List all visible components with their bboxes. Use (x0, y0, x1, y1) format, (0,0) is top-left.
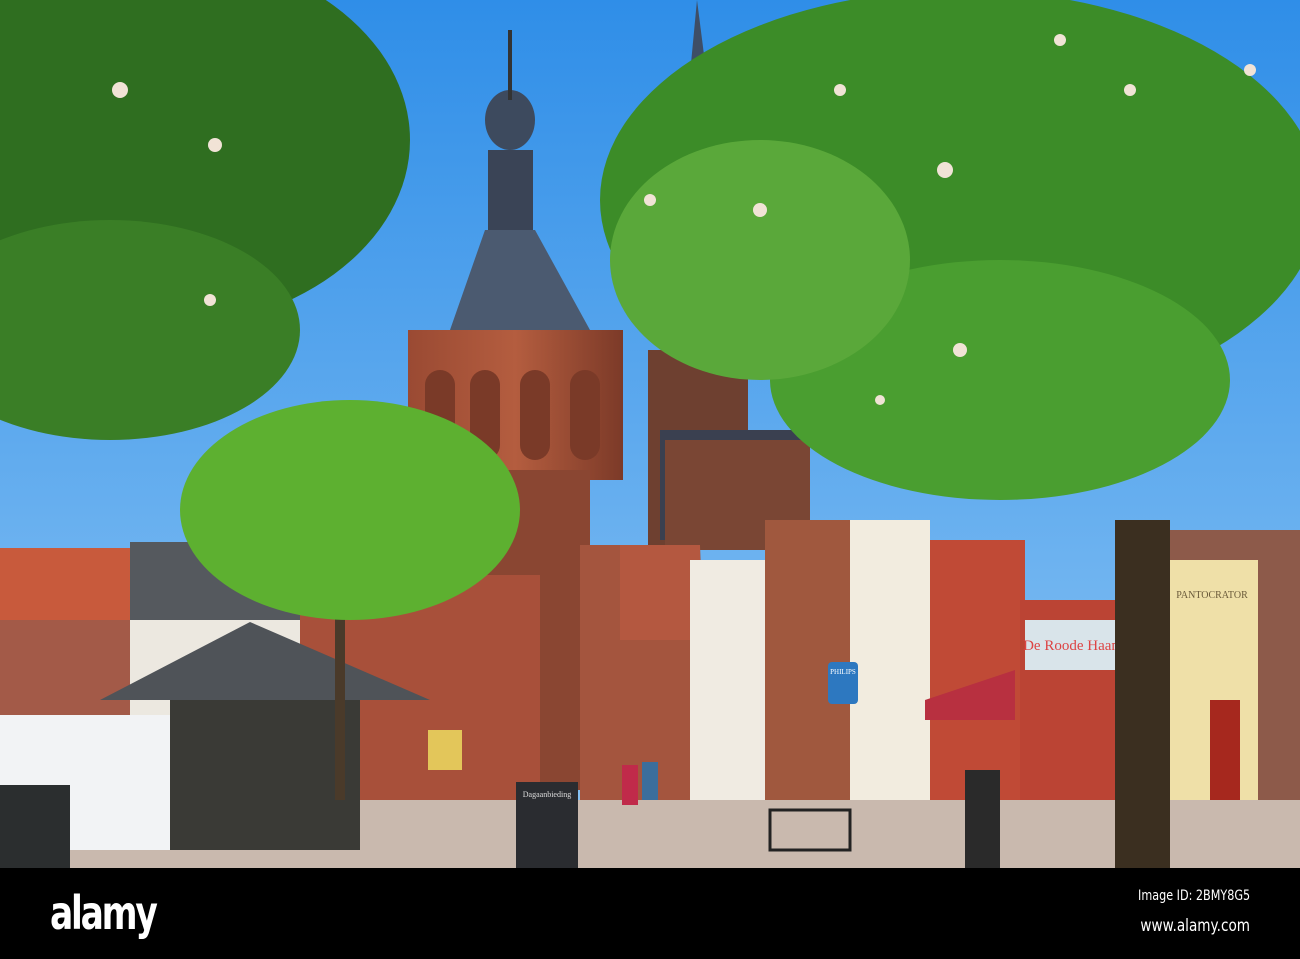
website-url: www.alamy.com (1140, 916, 1250, 936)
street-scene-photo: De Roode Haan PANTOCRATOR PHILIPS Dagaan… (0, 0, 1300, 868)
pantocrator-sign: PANTOCRATOR (1176, 590, 1248, 601)
menu-board: Dagaanbieding (516, 782, 578, 868)
watermark-footer: alamy Image ID: 2BMY8G5 www.alamy.com (0, 868, 1300, 959)
svg-text:Dagaanbieding: Dagaanbieding (523, 790, 571, 799)
stock-photo: De Roode Haan PANTOCRATOR PHILIPS Dagaan… (0, 0, 1300, 959)
alamy-logo: alamy (50, 886, 158, 940)
shop-sign: De Roode Haan (1023, 638, 1119, 654)
image-id: Image ID: 2BMY8G5 (1137, 888, 1250, 904)
philips-sign: PHILIPS (830, 668, 856, 676)
